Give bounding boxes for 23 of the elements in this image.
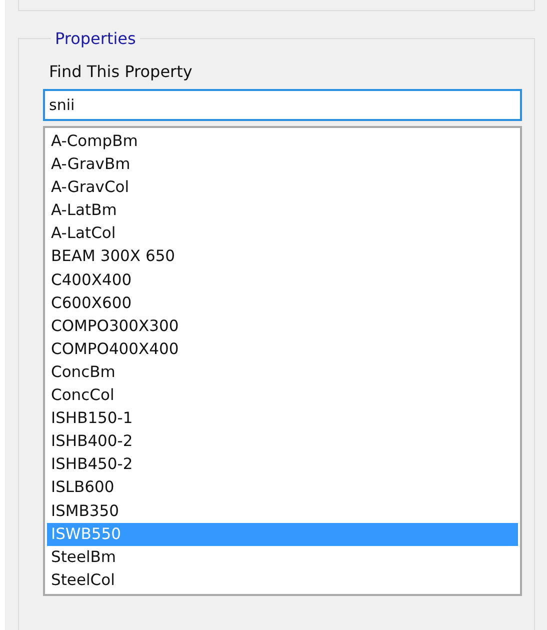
list-item[interactable]: ISLB600 bbox=[47, 476, 518, 500]
list-item[interactable]: ISHB150-1 bbox=[47, 407, 518, 430]
list-item[interactable]: ConcCol bbox=[47, 384, 518, 408]
list-item[interactable]: COMPO300X300 bbox=[47, 314, 518, 338]
search-label: Find This Property bbox=[49, 62, 194, 81]
list-item[interactable]: SteelCol bbox=[47, 568, 518, 592]
list-item[interactable]: C400X400 bbox=[47, 268, 518, 292]
list-item[interactable]: A-LatBm bbox=[47, 199, 518, 222]
list-item[interactable]: ISHB450-2 bbox=[47, 453, 518, 476]
list-item[interactable]: C600X600 bbox=[47, 292, 518, 315]
list-item[interactable]: SteelBm bbox=[47, 546, 518, 569]
search-field[interactable]: snii bbox=[43, 89, 522, 121]
list-item[interactable]: A-GravBm bbox=[47, 153, 518, 176]
list-item[interactable]: COMPO400X400 bbox=[47, 338, 518, 361]
list-item[interactable]: ConcBm bbox=[47, 360, 518, 384]
property-list[interactable]: A-CompBm A-GravBm A-GravCol A-LatBm A-LatCol BEAM 300X 650 C400X400 C600X600 COMPO300X300 COMPO400X400 ConcBm ConcCol ISHB150-1 ISHB400-2 ISHB450-2 ISLB600 ISMB350 ISWB550 SteelBm SteelCol bbox=[43, 126, 522, 596]
group-title: Properties bbox=[54, 29, 137, 48]
list-item[interactable]: BEAM 300X 650 bbox=[47, 245, 518, 269]
list-item[interactable]: A-GravCol bbox=[47, 176, 518, 200]
list-item[interactable]: ISMB350 bbox=[47, 500, 518, 523]
list-item[interactable]: A-LatCol bbox=[47, 222, 518, 246]
list-item[interactable]: A-CompBm bbox=[47, 130, 518, 154]
list-item[interactable]: ISHB400-2 bbox=[47, 430, 518, 454]
